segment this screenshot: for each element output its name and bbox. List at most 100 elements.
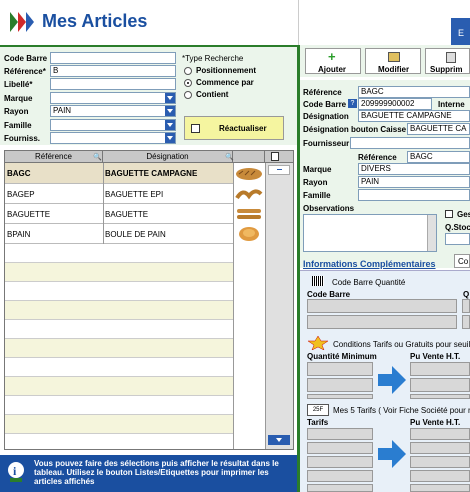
qty-min-cell[interactable] [307, 362, 373, 376]
edit-icon [388, 52, 400, 62]
ajouter-button[interactable]: + Ajouter [305, 48, 361, 74]
info-icon: i [6, 460, 26, 484]
product-image [235, 165, 263, 182]
product-image [235, 226, 263, 242]
search-icon[interactable]: 🔍 [93, 153, 102, 161]
chevron-down-icon[interactable] [165, 93, 175, 103]
pu-tarif-cell[interactable] [410, 428, 470, 440]
detail-reference-input[interactable]: BAGC [358, 86, 470, 98]
observations-textarea[interactable] [303, 214, 437, 252]
detail-rayon-input[interactable]: PAIN [358, 176, 470, 188]
radio-label: Contient [196, 90, 229, 99]
pu-cell[interactable] [410, 394, 470, 399]
cell-designation: BOULE DE PAIN [105, 230, 166, 239]
detail-designation-input[interactable]: BAGUETTE CAMPAGNE [358, 110, 470, 122]
table-row[interactable]: BAGC BAGUETTE CAMPAGNE [5, 163, 233, 184]
marque-label: Marque [4, 94, 33, 103]
pu-tarif-cell[interactable] [410, 470, 470, 482]
code-barre-label: Code Barre [4, 54, 48, 63]
table-header: Référence 🔍 Désignation 🔍 [5, 151, 293, 163]
product-image [235, 206, 263, 222]
tarif-cell[interactable] [307, 484, 373, 492]
gift-icon [307, 335, 329, 351]
radio-icon [184, 91, 192, 99]
rayon-select[interactable]: PAIN [50, 105, 176, 117]
pu-vente-label-2: Pu Vente H.T. [410, 418, 461, 427]
fournisseur-reference-input[interactable]: BAGC [407, 151, 470, 163]
table-row[interactable]: BAGUETTE BAGUETTE [5, 204, 233, 224]
tarif-cell[interactable] [307, 456, 373, 468]
column-header-designation[interactable]: Désignation [103, 151, 233, 163]
pu-cell[interactable] [410, 378, 470, 392]
trash-icon[interactable] [271, 152, 279, 161]
table-row[interactable]: BAGEP BAGUETTE EPI [5, 184, 233, 204]
help-icon[interactable]: ? [348, 99, 357, 108]
product-image [235, 186, 263, 202]
info-comp-link[interactable]: Informations Complémentaires [303, 259, 436, 269]
ges-checkbox[interactable] [445, 210, 453, 218]
table-row[interactable]: BPAIN BOULE DE PAIN [5, 224, 233, 244]
fournisseur-reference-label: Référence [358, 153, 397, 162]
image-column-header [233, 151, 265, 163]
detail-code-barre-label: Code Barre [303, 100, 347, 109]
qty-min-cell[interactable] [307, 378, 373, 392]
supprimer-button[interactable]: Supprim [425, 48, 470, 74]
detail-rayon-label: Rayon [303, 178, 328, 187]
fourniss-label: Fourniss. [4, 134, 41, 143]
radio-label: Positionnement [196, 66, 257, 75]
fourniss-select[interactable] [50, 132, 176, 144]
top-right-button[interactable]: E [451, 18, 470, 45]
chevron-down-icon[interactable] [165, 120, 175, 130]
famille-select[interactable] [50, 119, 176, 131]
code-barre-input[interactable] [50, 52, 176, 64]
cb-cell[interactable] [307, 315, 457, 329]
type-recherche-label: *Type Recherche [182, 54, 244, 63]
co-button[interactable]: Co [454, 254, 470, 268]
qty-min-cell[interactable] [307, 394, 373, 399]
tarif-cell[interactable] [307, 428, 373, 440]
app-logo-icon [8, 10, 38, 34]
pu-vente-label: Pu Vente H.T. [410, 352, 461, 361]
chevron-down-icon[interactable] [165, 133, 175, 143]
chevron-down-icon [276, 438, 282, 442]
scroll-down-button[interactable] [268, 435, 290, 445]
pu-tarif-cell[interactable] [410, 456, 470, 468]
detail-designation-label: Désignation [303, 112, 349, 121]
libelle-input[interactable] [50, 78, 176, 90]
scroll-up-button[interactable] [268, 165, 290, 175]
cell-reference: BAGEP [7, 190, 35, 199]
chevron-down-icon[interactable] [165, 106, 175, 116]
q-cell[interactable] [462, 299, 470, 313]
scroll-up-icon [277, 169, 282, 170]
reactualiser-button[interactable]: Réactualiser [184, 116, 284, 140]
q-cell[interactable] [462, 315, 470, 329]
detail-famille-input[interactable] [358, 189, 470, 201]
pu-cell[interactable] [410, 362, 470, 376]
q-stock-input[interactable] [445, 233, 470, 245]
footer-note: i Vous pouvez faire des sélections puis … [0, 455, 298, 492]
detail-code-barre-input[interactable]: 209999900002 [358, 98, 432, 110]
app-header: Mes Articles [0, 0, 298, 45]
modifier-button[interactable]: Modifier [365, 48, 421, 74]
tarif-cell[interactable] [307, 470, 373, 482]
marque-select[interactable] [50, 92, 176, 104]
column-header-reference[interactable]: Référence [5, 151, 103, 163]
plus-icon: + [328, 49, 336, 64]
page-title: Mes Articles [42, 11, 148, 31]
designation-caisse-input[interactable]: BAGUETTE CA [407, 123, 470, 135]
fournisseur-input[interactable] [350, 137, 470, 149]
pu-tarif-cell[interactable] [410, 442, 470, 454]
interne-label: Interne [438, 100, 465, 109]
textarea-scrollbar[interactable] [427, 215, 436, 251]
conditions-title: Conditions Tarifs ou Gratuits pour seuil… [333, 340, 470, 349]
tarif-cell[interactable] [307, 442, 373, 454]
detail-marque-input[interactable]: DIVERS [358, 163, 470, 175]
checkbox-icon [191, 124, 200, 133]
cell-reference: BAGUETTE [7, 210, 51, 219]
reference-input[interactable]: B [50, 65, 176, 77]
table-scrollbar[interactable] [265, 163, 293, 449]
pu-tarif-cell[interactable] [410, 484, 470, 492]
cb-cell[interactable] [307, 299, 457, 313]
empty-rows-alt [5, 244, 233, 449]
fournisseur-label: Fournisseur [303, 139, 350, 148]
